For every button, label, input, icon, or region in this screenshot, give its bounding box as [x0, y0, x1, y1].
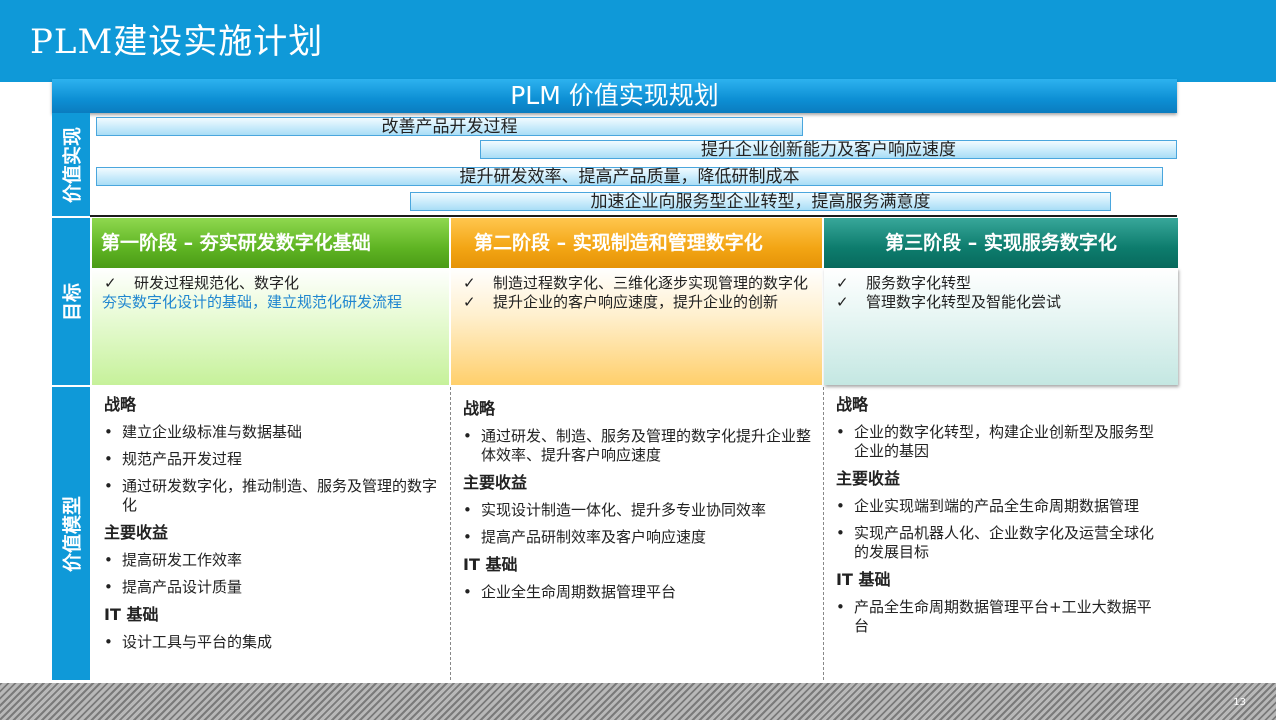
- list-item: • 产品全生命周期数据管理平台+工业大数据平台: [836, 598, 1152, 635]
- side-label-goal: 目标: [52, 218, 90, 385]
- side-label-model: 价值模型: [52, 387, 90, 680]
- model-column-1: 战略 • 建立企业级标准与数据基础 • 规范产品开发过程 • 通过研发数字化，推动制造…: [92, 387, 450, 680]
- goal-note: 夯实数字化设计的基础，建立规范化研发流程: [102, 293, 403, 311]
- side-label-value: 价值实现: [52, 113, 90, 216]
- page-title: PLM建设实施计划: [30, 22, 324, 62]
- list-item: • 企业的数字化转型，构建企业创新型及服务型企业的基因: [836, 423, 1155, 460]
- benefit-heading: 主要收益: [836, 469, 901, 488]
- value-bar: 提升企业创新能力及客户响应速度: [480, 140, 1177, 160]
- check-icon: ✓: [463, 274, 476, 292]
- it-heading: IT 基础: [463, 555, 518, 574]
- check-icon: ✓: [463, 293, 476, 311]
- list-item: • 建立企业级标准与数据基础: [104, 423, 303, 441]
- list-item: • 规范产品开发过程: [104, 450, 243, 468]
- value-bar: 提升研发效率、提高产品质量，降低研制成本: [96, 167, 1163, 187]
- goal-item: ✓ 提升企业的客户响应速度，提升企业的创新: [463, 293, 779, 311]
- goal-item: ✓ 制造过程数字化、三维化逐步实现管理的数字化: [463, 274, 809, 292]
- phase-2-header: 第二阶段 – 实现制造和管理数字化: [451, 218, 822, 268]
- list-item: • 实现产品机器人化、企业数字化及运营全球化的发展目标: [836, 524, 1155, 561]
- check-icon: ✓: [104, 274, 117, 292]
- list-item: • 提高产品研制效率及客户响应速度: [463, 528, 707, 546]
- phase-2-goals: ✓ 制造过程数字化、三维化逐步实现管理的数字化 ✓ 提升企业的客户响应速度，提升企业…: [451, 268, 822, 385]
- it-heading: IT 基础: [836, 570, 891, 589]
- list-item: • 设计工具与平台的集成: [104, 633, 273, 651]
- goal-item: ✓ 管理数字化转型及智能化尝试: [836, 293, 1062, 311]
- divider: [90, 215, 1177, 217]
- check-icon: ✓: [836, 274, 849, 292]
- footer-hatch: [0, 683, 1276, 720]
- value-bar: 改善产品开发过程: [96, 117, 803, 137]
- model-column-3: 战略 • 企业的数字化转型，构建企业创新型及服务型企业的基因 主要收益 • 企业实现…: [823, 387, 1178, 680]
- list-item: • 通过研发数字化，推动制造、服务及管理的数字化: [104, 477, 438, 514]
- value-bar: 加速企业向服务型企业转型，提高服务满意度: [410, 192, 1111, 212]
- goal-item: ✓ 研发过程规范化、数字化: [104, 274, 300, 292]
- list-item: • 提高产品设计质量: [104, 578, 243, 596]
- strategy-heading: 战略: [104, 395, 137, 414]
- model-column-2: 战略 • 通过研发、制造、服务及管理的数字化提升企业整体效率、提升客户响应速度 主…: [450, 387, 823, 680]
- phase-1-header: 第一阶段 – 夯实研发数字化基础: [92, 218, 449, 268]
- phase-1-goals: ✓ 研发过程规范化、数字化 夯实数字化设计的基础，建立规范化研发流程: [92, 268, 449, 385]
- list-item: • 实现设计制造一体化、提升多专业协同效率: [463, 501, 767, 519]
- page-number: 13: [1233, 697, 1246, 708]
- phase-3-goals: ✓ 服务数字化转型 ✓ 管理数字化转型及智能化尝试: [824, 268, 1178, 385]
- goal-item: ✓ 服务数字化转型: [836, 274, 972, 292]
- phase-3-header: 第三阶段 – 实现服务数字化: [824, 218, 1178, 268]
- benefit-heading: 主要收益: [463, 473, 528, 492]
- list-item: • 提高研发工作效率: [104, 551, 243, 569]
- plan-title-bar: PLM 价值实现规划: [52, 79, 1177, 113]
- list-item: • 企业全生命周期数据管理平台: [463, 583, 677, 601]
- it-heading: IT 基础: [104, 605, 159, 624]
- title-banner: PLM建设实施计划: [0, 0, 1276, 82]
- strategy-heading: 战略: [463, 399, 496, 418]
- benefit-heading: 主要收益: [104, 523, 169, 542]
- list-item: • 通过研发、制造、服务及管理的数字化提升企业整体效率、提升客户响应速度: [463, 427, 812, 464]
- strategy-heading: 战略: [836, 395, 869, 414]
- list-item: • 企业实现端到端的产品全生命周期数据管理: [836, 497, 1140, 515]
- check-icon: ✓: [836, 293, 849, 311]
